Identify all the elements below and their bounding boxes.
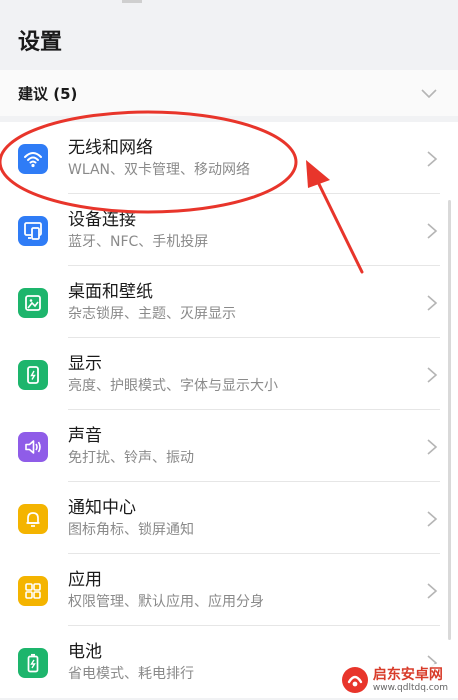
settings-item-subtitle: 省电模式、耗电排行: [68, 666, 194, 682]
settings-item-desktop-wallpaper[interactable]: 桌面和壁纸 杂志锁屏、主题、灭屏显示: [0, 266, 458, 338]
settings-item-title: 通知中心: [68, 498, 136, 518]
watermark: 启东安卓网 www.qdltdq.com: [336, 664, 452, 696]
settings-item-display[interactable]: 显示 亮度、护眼模式、字体与显示大小: [0, 338, 458, 410]
chevron-right-icon: [427, 511, 438, 527]
chevron-right-icon: [427, 295, 438, 311]
apps-grid-icon: [18, 576, 48, 606]
chevron-right-icon: [427, 583, 438, 599]
suggestions-label: 建议 (5): [18, 84, 78, 103]
display-icon: [18, 360, 48, 390]
settings-item-subtitle: WLAN、双卡管理、移动网络: [68, 162, 251, 178]
settings-list: 无线和网络 WLAN、双卡管理、移动网络 设备连接 蓝牙、NFC、手机投屏 桌面…: [0, 122, 458, 698]
settings-item-title: 电池: [68, 642, 102, 662]
settings-item-title: 桌面和壁纸: [68, 282, 153, 302]
settings-item-subtitle: 图标角标、锁屏通知: [68, 522, 194, 538]
chevron-right-icon: [427, 151, 438, 167]
speaker-icon: [18, 432, 48, 462]
settings-item-apps[interactable]: 应用 权限管理、默认应用、应用分身: [0, 554, 458, 626]
settings-item-subtitle: 亮度、护眼模式、字体与显示大小: [68, 378, 278, 394]
chevron-right-icon: [427, 439, 438, 455]
watermark-url: www.qdltdq.com: [372, 682, 448, 693]
wifi-icon: [18, 144, 48, 174]
suggestions-row[interactable]: 建议 (5): [0, 70, 458, 116]
settings-item-sound[interactable]: 声音 免打扰、铃声、振动: [0, 410, 458, 482]
battery-icon: [18, 648, 48, 678]
chevron-down-icon[interactable]: [420, 84, 438, 102]
scrollbar[interactable]: [448, 200, 451, 640]
page-title: 设置: [18, 30, 63, 55]
watermark-logo-icon: [341, 667, 368, 693]
wallpaper-icon: [18, 288, 48, 318]
settings-item-subtitle: 杂志锁屏、主题、灭屏显示: [68, 306, 236, 322]
settings-item-title: 应用: [68, 570, 102, 590]
settings-item-subtitle: 免打扰、铃声、振动: [68, 450, 194, 466]
settings-item-title: 显示: [68, 354, 102, 374]
watermark-name: 启东安卓网: [372, 666, 443, 683]
chevron-right-icon: [427, 367, 438, 383]
settings-item-notification[interactable]: 通知中心 图标角标、锁屏通知: [0, 482, 458, 554]
settings-item-title: 声音: [68, 426, 102, 446]
bell-icon: [18, 504, 48, 534]
settings-item-subtitle: 蓝牙、NFC、手机投屏: [68, 234, 209, 250]
settings-item-title: 设备连接: [68, 210, 136, 230]
settings-item-title: 无线和网络: [68, 138, 153, 158]
chevron-right-icon: [427, 223, 438, 239]
device-connect-icon: [18, 216, 48, 246]
settings-item-device-connect[interactable]: 设备连接 蓝牙、NFC、手机投屏: [0, 194, 458, 266]
settings-item-wireless[interactable]: 无线和网络 WLAN、双卡管理、移动网络: [0, 122, 458, 194]
status-bar-remnant: [122, 0, 142, 3]
settings-screen: 设置 建议 (5) 无线和网络 WLAN、双卡管理、移动网络 设备连接 蓝牙、N…: [0, 0, 458, 700]
settings-item-subtitle: 权限管理、默认应用、应用分身: [68, 594, 264, 610]
